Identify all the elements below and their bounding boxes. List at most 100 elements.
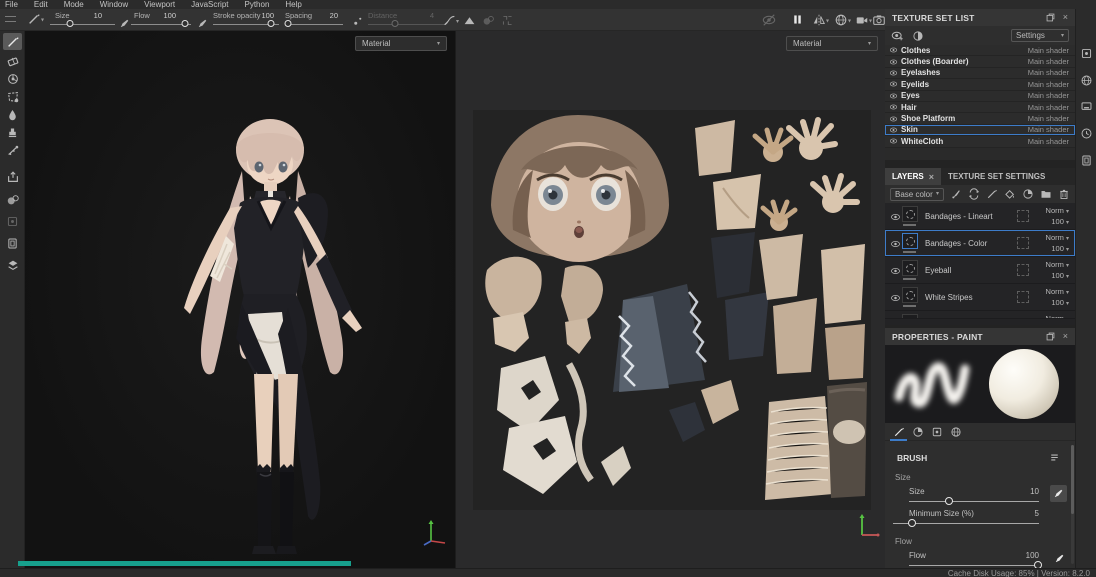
channel-thumbnail[interactable]: [1017, 210, 1029, 222]
display-mask-icon[interactable]: [3, 256, 22, 273]
tab-stencil[interactable]: [927, 424, 946, 440]
tab-brush[interactable]: [889, 424, 908, 440]
menu-window[interactable]: Window: [92, 0, 136, 9]
screenshot-icon[interactable]: [872, 13, 886, 27]
properties-scrollbar[interactable]: [1071, 445, 1074, 564]
display-settings-icon[interactable]: [1080, 47, 1093, 60]
solo-set-icon[interactable]: [912, 30, 924, 42]
texture-set-row[interactable]: EyesMain shader: [885, 91, 1075, 102]
pause-engine-icon[interactable]: [791, 13, 804, 26]
layer-opacity[interactable]: 100 ▾: [1051, 298, 1069, 307]
flow-value[interactable]: 100: [156, 11, 176, 20]
menu-file[interactable]: File: [0, 0, 26, 9]
add-smart-material-icon[interactable]: [968, 188, 980, 200]
environment-icon[interactable]: ▾: [834, 13, 851, 27]
layer-thumbnail[interactable]: [902, 287, 918, 303]
viewport-3d-display-select[interactable]: Material▾: [355, 36, 447, 51]
export-textures-icon[interactable]: [3, 168, 22, 185]
layer-opacity[interactable]: 100 ▾: [1051, 271, 1069, 280]
shader-link[interactable]: Main shader: [1028, 68, 1069, 77]
texture-set-row[interactable]: WhiteClothMain shader: [885, 136, 1075, 147]
layer-visibility-icon[interactable]: [890, 211, 901, 222]
spacing-slider[interactable]: [285, 20, 343, 29]
add-mask-icon[interactable]: [1022, 188, 1034, 200]
viewport-2d-display-select[interactable]: Material▾: [786, 36, 878, 51]
resources-updater-icon[interactable]: [3, 235, 22, 252]
add-effect-icon[interactable]: [950, 188, 962, 200]
stroke-opacity-slider[interactable]: [213, 20, 279, 29]
layer-visibility-icon[interactable]: [890, 265, 901, 276]
brush-preset-icon[interactable]: ▾: [27, 12, 44, 26]
add-folder-icon[interactable]: [1040, 188, 1052, 200]
texture-set-row[interactable]: ClothesMain shader: [885, 45, 1075, 56]
channel-thumbnail[interactable]: [1017, 264, 1029, 276]
smudge-tool-icon[interactable]: [3, 106, 22, 123]
shader-link[interactable]: Main shader: [1028, 91, 1069, 100]
channel-filter-select[interactable]: Base color▾: [890, 188, 944, 201]
prop-size-slider[interactable]: [909, 497, 1039, 506]
menu-edit[interactable]: Edit: [26, 0, 56, 9]
prop-size-value[interactable]: 10: [1015, 487, 1039, 496]
layer-thumbnail[interactable]: [902, 233, 918, 249]
quick-mask-icon[interactable]: [3, 191, 22, 208]
paint-tool-icon[interactable]: [3, 33, 22, 50]
flow-pressure-icon[interactable]: [197, 18, 208, 29]
blend-mode-select[interactable]: Norm ▾: [1046, 206, 1069, 215]
close-tab-icon[interactable]: ×: [929, 172, 934, 182]
size-pressure-icon[interactable]: [119, 18, 130, 29]
menu-help[interactable]: Help: [277, 0, 309, 9]
layer-row[interactable]: Eyeball Norm ▾ 100 ▾: [885, 257, 1075, 284]
layer-row[interactable]: White Stripes Norm ▾ 100 ▾: [885, 284, 1075, 311]
viewport-3d[interactable]: Material▾: [25, 31, 455, 568]
close-panel-icon[interactable]: ×: [1063, 13, 1068, 22]
texture-set-row[interactable]: HairMain shader: [885, 102, 1075, 113]
shader-link[interactable]: Main shader: [1028, 125, 1069, 134]
min-size-value[interactable]: 5: [1015, 509, 1039, 518]
hide-stroke-preview-icon[interactable]: [762, 13, 776, 27]
add-paint-layer-icon[interactable]: [986, 188, 998, 200]
float-panel-icon[interactable]: [1045, 331, 1056, 342]
shader-link[interactable]: Main shader: [1028, 137, 1069, 146]
clone-tool-icon[interactable]: [3, 124, 22, 141]
shader-settings-icon[interactable]: [1080, 74, 1093, 87]
texture-set-row-selected[interactable]: SkinMain shader: [885, 125, 1075, 136]
layer-visibility-icon[interactable]: [890, 238, 901, 249]
stroke-opacity-value[interactable]: 100: [252, 11, 274, 20]
layer-opacity[interactable]: 100 ▾: [1051, 244, 1069, 253]
texture-set-settings-select[interactable]: Settings▾: [1011, 29, 1069, 42]
viewport-2d[interactable]: Material▾: [455, 31, 885, 568]
falloff-icon[interactable]: ▾: [443, 14, 459, 27]
build-up-icon[interactable]: [352, 15, 364, 27]
particles-tool-icon[interactable]: [3, 142, 22, 159]
menu-javascript[interactable]: JavaScript: [183, 0, 236, 9]
close-panel-icon[interactable]: ×: [1063, 332, 1068, 341]
texture-set-row[interactable]: Clothes (Boarder)Main shader: [885, 56, 1075, 67]
eraser-tool-icon[interactable]: [3, 52, 22, 69]
polygon-fill-tool-icon[interactable]: [3, 88, 22, 105]
channel-thumbnail[interactable]: [1017, 237, 1029, 249]
layer-thumbnail[interactable]: [902, 260, 918, 276]
flow-pressure-icon[interactable]: [1054, 553, 1065, 564]
texture-set-row[interactable]: Shoe PlatformMain shader: [885, 113, 1075, 124]
size-slider[interactable]: [50, 20, 115, 29]
history-icon[interactable]: [1080, 127, 1093, 140]
menu-python[interactable]: Python: [237, 0, 278, 9]
size-pressure-button[interactable]: [1050, 485, 1067, 502]
toolbar-drag-handle[interactable]: [5, 16, 16, 22]
spacing-value[interactable]: 20: [318, 11, 338, 20]
shader-link[interactable]: Main shader: [1028, 57, 1069, 66]
shader-link[interactable]: Main shader: [1028, 103, 1069, 112]
brush-menu-icon[interactable]: [1048, 451, 1061, 464]
tab-alpha[interactable]: [908, 424, 927, 440]
log-icon[interactable]: [1080, 154, 1093, 167]
symmetry-icon[interactable]: ▾: [812, 13, 829, 27]
alpha-icon[interactable]: [463, 14, 476, 27]
delete-layer-icon[interactable]: [1058, 188, 1070, 200]
blend-mode-select[interactable]: Norm ▾: [1046, 287, 1069, 296]
show-all-sets-icon[interactable]: [891, 29, 904, 42]
texture-set-row[interactable]: EyelidsMain shader: [885, 79, 1075, 90]
shader-link[interactable]: Main shader: [1028, 114, 1069, 123]
channel-thumbnail[interactable]: [1017, 291, 1029, 303]
layer-thumbnail[interactable]: [902, 206, 918, 222]
layer-visibility-icon[interactable]: [890, 292, 901, 303]
